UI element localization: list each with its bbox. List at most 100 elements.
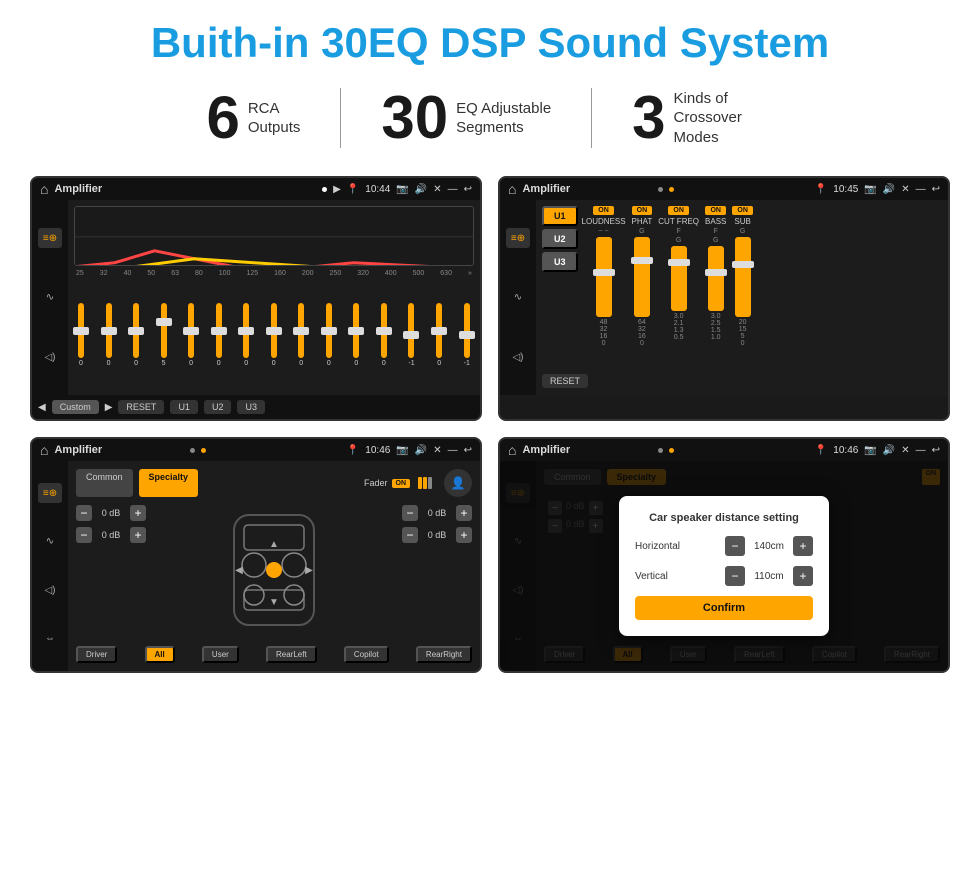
eq-play-icon[interactable]: ▶: [333, 184, 341, 195]
crossover-minimize-icon[interactable]: —: [916, 184, 926, 195]
phat-slider[interactable]: [634, 237, 650, 317]
fader-minimize-icon[interactable]: —: [448, 445, 458, 456]
fader-db3-plus[interactable]: +: [456, 505, 472, 521]
crossover-home-icon[interactable]: ⌂: [508, 181, 516, 197]
crossover-u3-button[interactable]: U3: [542, 252, 578, 272]
fader-all-button[interactable]: All: [145, 646, 175, 663]
eq-u3-button[interactable]: U3: [237, 400, 265, 414]
distance-volume-icon[interactable]: 🔊: [883, 445, 895, 456]
fader-db3-minus[interactable]: −: [402, 505, 418, 521]
eq-slider-14[interactable]: -1: [464, 303, 470, 367]
eq-prev-button[interactable]: ◀: [38, 402, 46, 413]
eq-u2-button[interactable]: U2: [204, 400, 232, 414]
fader-db1-plus[interactable]: +: [130, 505, 146, 521]
distance-back-icon[interactable]: ↩: [932, 445, 940, 456]
fader-db1-minus[interactable]: −: [76, 505, 92, 521]
fader-tab-common[interactable]: Common: [76, 469, 133, 497]
distance-minimize-icon[interactable]: —: [916, 445, 926, 456]
crossover-sidebar-speaker-icon[interactable]: ◁): [506, 347, 530, 367]
fader-db2-minus[interactable]: −: [76, 527, 92, 543]
eq-back-icon[interactable]: ↩: [464, 184, 472, 195]
eq-slider-10[interactable]: 0: [353, 303, 359, 367]
crossover-u2-button[interactable]: U2: [542, 229, 578, 249]
eq-slider-0[interactable]: 0: [78, 303, 84, 367]
eq-slider-7[interactable]: 0: [271, 303, 277, 367]
fader-driver-button[interactable]: Driver: [76, 646, 117, 663]
eq-slider-1[interactable]: 0: [106, 303, 112, 367]
crossover-reset-row: RESET: [542, 371, 942, 389]
fader-person-icon[interactable]: 👤: [444, 469, 472, 497]
confirm-button[interactable]: Confirm: [635, 596, 813, 620]
eq-custom-button[interactable]: Custom: [52, 400, 99, 414]
fader-sidebar-speaker-icon[interactable]: ◁): [38, 580, 62, 600]
fader-rearright-button[interactable]: RearRight: [416, 646, 472, 663]
crossover-back-icon[interactable]: ↩: [932, 184, 940, 195]
dialog-vertical-control: − 110cm +: [725, 566, 813, 586]
sub-on-badge[interactable]: ON: [732, 206, 753, 215]
eq-sidebar-wave-icon[interactable]: ∿: [38, 288, 62, 308]
eq-close-icon[interactable]: ✕: [433, 184, 441, 195]
eq-next-button[interactable]: ▶: [105, 402, 113, 413]
crossover-close-icon[interactable]: ✕: [901, 184, 909, 195]
eq-slider-2[interactable]: 0: [133, 303, 139, 367]
fader-close-icon[interactable]: ✕: [433, 445, 441, 456]
dialog-horizontal-plus[interactable]: +: [793, 536, 813, 556]
fader-sidebar-arrows-icon[interactable]: ⇔: [38, 629, 62, 649]
cutfreq-on-badge[interactable]: ON: [668, 206, 689, 215]
crossover-reset-button[interactable]: RESET: [542, 374, 588, 388]
fader-volume-icon[interactable]: 🔊: [415, 445, 427, 456]
loudness-on-badge[interactable]: ON: [593, 206, 614, 215]
eq-minimize-icon[interactable]: —: [448, 184, 458, 195]
dialog-vertical-plus[interactable]: +: [793, 566, 813, 586]
fader-rearleft-button[interactable]: RearLeft: [266, 646, 317, 663]
eq-slider-3[interactable]: 5: [161, 303, 167, 367]
eq-home-icon[interactable]: ⌂: [40, 181, 48, 197]
eq-volume-icon[interactable]: 🔊: [415, 184, 427, 195]
distance-status-bar: ⌂ Amplifier 📍 10:46 📷 🔊 ✕ — ↩: [500, 439, 948, 461]
loudness-slider[interactable]: [596, 237, 612, 317]
fader-back-icon[interactable]: ↩: [464, 445, 472, 456]
fader-sidebar-wave-icon[interactable]: ∿: [38, 532, 62, 552]
eq-slider-4[interactable]: 0: [188, 303, 194, 367]
crossover-u1-button[interactable]: U1: [542, 206, 578, 226]
eq-sidebar-speaker-icon[interactable]: ◁): [38, 347, 62, 367]
distance-camera-icon[interactable]: 📷: [864, 445, 876, 456]
crossover-sidebar-wave-icon[interactable]: ∿: [506, 288, 530, 308]
fader-user-button[interactable]: User: [202, 646, 239, 663]
eq-camera-icon[interactable]: 📷: [396, 184, 408, 195]
eq-slider-5[interactable]: 0: [216, 303, 222, 367]
eq-u1-button[interactable]: U1: [170, 400, 198, 414]
fader-db4-plus[interactable]: +: [456, 527, 472, 543]
eq-location-icon: 📍: [347, 184, 359, 195]
fader-tab-specialty[interactable]: Specialty: [139, 469, 199, 497]
dialog-vertical-label: Vertical: [635, 571, 668, 582]
fader-db2-plus[interactable]: +: [130, 527, 146, 543]
fader-on-badge[interactable]: ON: [392, 479, 411, 488]
distance-close-icon[interactable]: ✕: [901, 445, 909, 456]
fader-camera-icon[interactable]: 📷: [396, 445, 408, 456]
stat-number-rca: 6: [206, 88, 239, 148]
bass-slider[interactable]: [708, 246, 724, 311]
cutfreq-slider[interactable]: [671, 246, 687, 311]
bass-on-badge[interactable]: ON: [705, 206, 726, 215]
fader-db4-minus[interactable]: −: [402, 527, 418, 543]
crossover-camera-icon[interactable]: 📷: [864, 184, 876, 195]
eq-slider-11[interactable]: 0: [381, 303, 387, 367]
eq-slider-9[interactable]: 0: [326, 303, 332, 367]
eq-sidebar-eq-icon[interactable]: ≡⊕: [38, 228, 62, 248]
eq-slider-13[interactable]: 0: [436, 303, 442, 367]
fader-sidebar-eq-icon[interactable]: ≡⊕: [38, 483, 62, 503]
fader-home-icon[interactable]: ⌂: [40, 442, 48, 458]
eq-slider-8[interactable]: 0: [298, 303, 304, 367]
phat-on-badge[interactable]: ON: [632, 206, 653, 215]
sub-slider[interactable]: [735, 237, 751, 317]
eq-slider-12[interactable]: -1: [408, 303, 414, 367]
dialog-horizontal-minus[interactable]: −: [725, 536, 745, 556]
distance-home-icon[interactable]: ⌂: [508, 442, 516, 458]
eq-reset-button[interactable]: RESET: [118, 400, 164, 414]
fader-copilot-button[interactable]: Copilot: [344, 646, 389, 663]
crossover-sidebar-eq-icon[interactable]: ≡⊕: [506, 228, 530, 248]
eq-slider-6[interactable]: 0: [243, 303, 249, 367]
crossover-volume-icon[interactable]: 🔊: [883, 184, 895, 195]
dialog-vertical-minus[interactable]: −: [725, 566, 745, 586]
